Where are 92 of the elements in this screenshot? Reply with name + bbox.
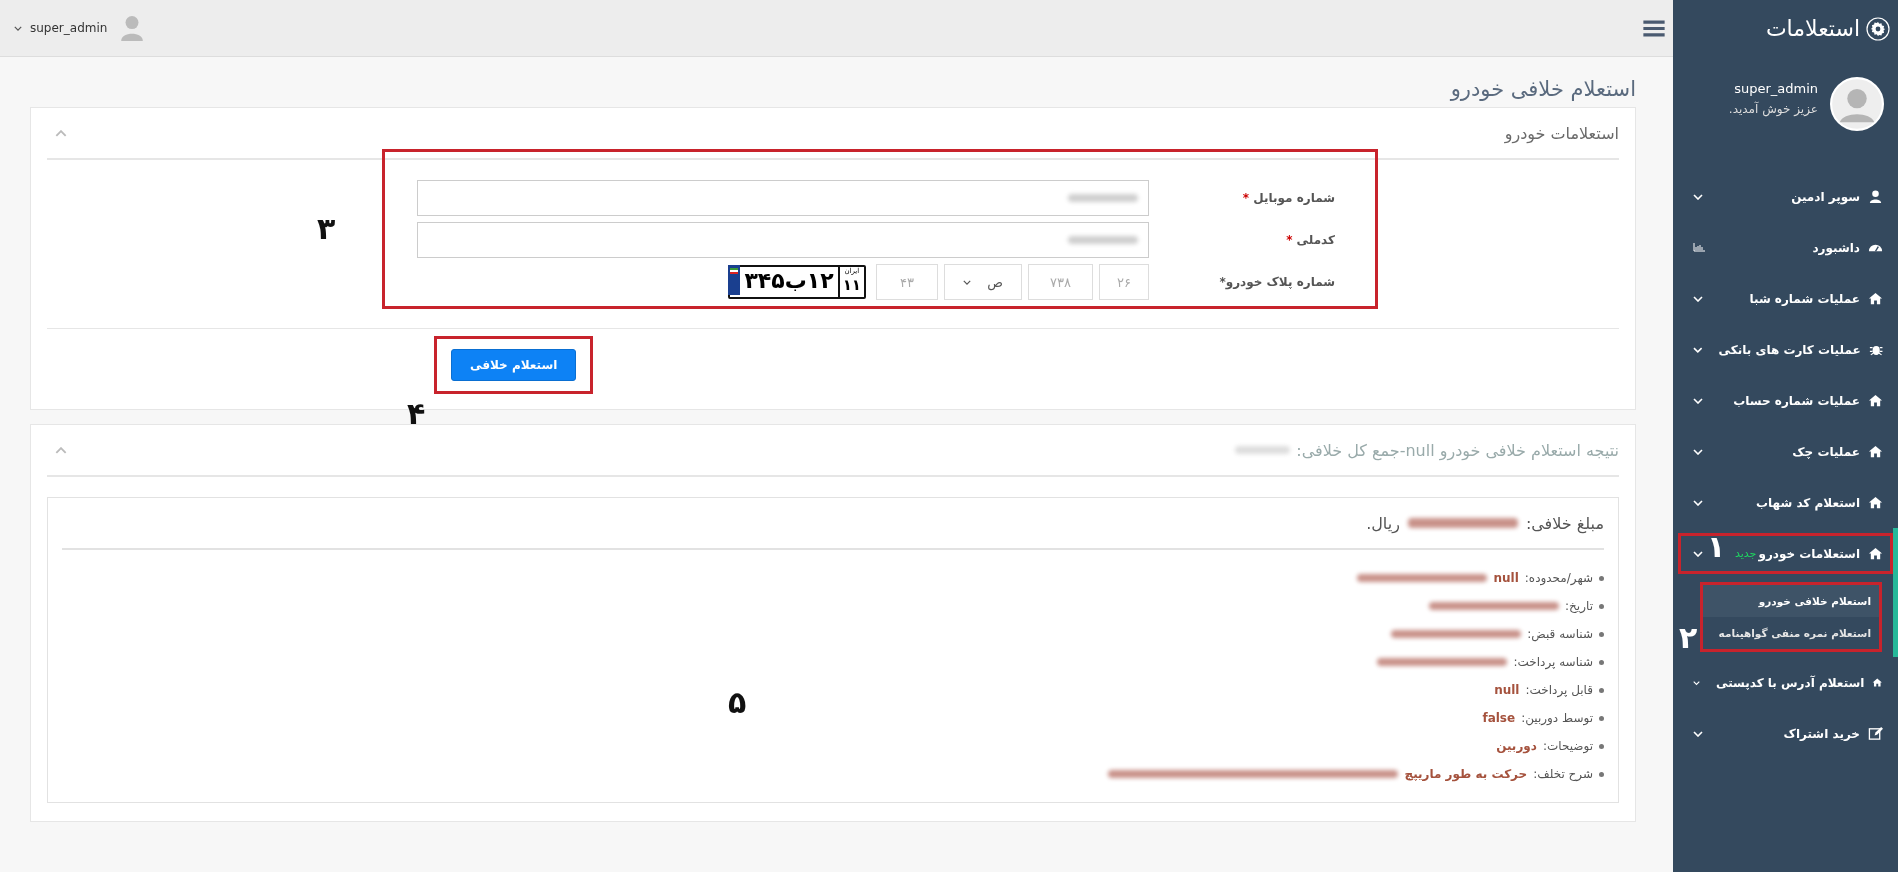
amount-unit: ریال. — [1366, 513, 1400, 533]
chevron-up-icon[interactable] — [55, 446, 67, 454]
home-icon — [1868, 546, 1883, 561]
chevron-down-icon — [1693, 295, 1703, 302]
result-label: تاریخ: — [1565, 599, 1593, 613]
plate-region: ۱۱ — [842, 276, 861, 294]
edit-icon — [1868, 726, 1883, 741]
bullet-icon — [1599, 659, 1604, 665]
submenu-item[interactable]: استعلام خلافی خودرو — [1703, 585, 1879, 617]
bullet-icon — [1599, 743, 1604, 749]
bullet-icon — [1599, 603, 1604, 609]
user-name: super_admin — [1733, 81, 1818, 96]
result-value: false — [1482, 711, 1516, 725]
result-label: توضیحات: — [1542, 739, 1593, 753]
field-label: شماره موبایل * — [1241, 191, 1335, 205]
avatar-icon — [1830, 77, 1884, 131]
chevron-down-icon — [1693, 346, 1703, 353]
menu-item[interactable]: عملیات کارت های بانکی — [1673, 324, 1893, 375]
menu-item[interactable]: عملیات شماره حساب — [1673, 375, 1893, 426]
menu-label: استعلامات خودرو — [1758, 546, 1860, 561]
chevron-down-icon — [1693, 193, 1703, 200]
result-value: حرکت به طور ماریپچ — [1404, 767, 1528, 781]
submenu-item[interactable]: استعلام نمره منفی گواهینامه — [1711, 617, 1871, 649]
chevron-down-icon — [1693, 730, 1703, 737]
bullet-icon — [1599, 631, 1604, 637]
result-label: شرح تخلف: — [1533, 767, 1593, 781]
panel-title: نتیجه استعلام خلافی خودرو null-جمع کل خلافی: — [1296, 440, 1619, 460]
menu-label: استعلام آدرس با کدپستی — [1716, 675, 1865, 690]
result-value: null — [1494, 683, 1520, 697]
result-label: توسط دوربین: — [1521, 711, 1593, 725]
welcome-text: عزیز خوش آمدید. — [1728, 102, 1818, 116]
chevron-down-icon — [963, 279, 971, 285]
menu-item[interactable]: عملیات چک — [1673, 426, 1893, 477]
chevron-down-icon — [1693, 550, 1703, 557]
bullet-icon — [1599, 575, 1604, 581]
bullet-icon — [1599, 687, 1604, 693]
chevron-up-icon[interactable] — [55, 129, 67, 137]
menu-label: داشبورد — [1812, 240, 1860, 255]
input-field[interactable] — [417, 222, 1149, 258]
settings-icon — [1866, 16, 1890, 41]
menu-item[interactable]: استعلام آدرس با کدپستی — [1673, 657, 1893, 708]
inquiry-button[interactable]: استعلام خلافی — [451, 349, 577, 381]
new-label: جدید — [1735, 547, 1757, 560]
home-icon — [1868, 291, 1883, 306]
bullet-icon — [1599, 715, 1604, 721]
bar-chart-icon — [1693, 243, 1705, 252]
result-label: قابل پرداخت: — [1525, 683, 1593, 697]
chevron-down-icon — [1693, 448, 1703, 455]
menu-label: خرید اشتراک — [1783, 726, 1860, 741]
user-icon — [1868, 189, 1883, 204]
input-field[interactable] — [417, 180, 1149, 216]
result-value: دوربین — [1496, 739, 1537, 753]
result-value: null — [1493, 571, 1519, 585]
chevron-down-icon — [1693, 499, 1703, 506]
bullet-icon — [1599, 771, 1604, 777]
field-label: شماره پلاک خودرو* — [1218, 275, 1335, 289]
menu-label: عملیات شماره حساب — [1733, 393, 1860, 408]
result-label: شناسه قبض: — [1527, 627, 1593, 641]
menu-item[interactable]: خرید اشتراک — [1673, 708, 1893, 759]
chevron-down-icon — [14, 25, 22, 31]
menu-label: استعلام کد شهاب — [1755, 495, 1860, 510]
home-icon — [1868, 495, 1883, 510]
menu-item[interactable]: سوپر ادمین — [1673, 171, 1893, 222]
menu-item[interactable]: استعلام کد شهاب — [1673, 477, 1893, 528]
annotation-number: ۴ — [407, 399, 426, 429]
menu-item[interactable]: عملیات شماره شبا — [1673, 273, 1893, 324]
annotation-number: ۳ — [317, 214, 336, 244]
menu-item[interactable]: داشبورد — [1673, 222, 1893, 273]
menu-label: عملیات کارت های بانکی — [1718, 342, 1861, 357]
letter-select[interactable]: ص — [944, 264, 1022, 300]
redacted-value — [1235, 446, 1291, 454]
annotation-number: ۱ — [1707, 532, 1726, 562]
chevron-down-icon — [1693, 397, 1703, 404]
page-title: استعلام خلافی خودرو — [1449, 77, 1636, 101]
annotation-number: ۵ — [728, 688, 747, 718]
menu-label: عملیات چک — [1792, 444, 1860, 459]
result-label: شناسه پرداخت: — [1513, 655, 1593, 669]
field-label: کدملی * — [1285, 233, 1335, 247]
result-label: شهر/محدوده: — [1524, 571, 1593, 585]
home-icon — [1868, 393, 1883, 408]
chevron-down-icon — [1693, 679, 1700, 686]
menu-icon[interactable] — [1643, 19, 1665, 37]
home-icon — [1868, 444, 1883, 459]
avatar-icon — [121, 15, 144, 41]
user-menu[interactable]: super_admin — [30, 21, 108, 35]
amount-label: مبلغ خلافی: — [1525, 513, 1604, 533]
menu-label: عملیات شماره شبا — [1749, 291, 1860, 306]
plate-number: ۱۲ب۳۴۵ — [743, 267, 835, 295]
app-title: استعلامات — [1765, 16, 1860, 41]
panel-title: استعلامات خودرو — [1504, 123, 1619, 143]
menu-label: سوپر ادمین — [1791, 189, 1860, 204]
annotation-number: ۲ — [1679, 623, 1698, 653]
